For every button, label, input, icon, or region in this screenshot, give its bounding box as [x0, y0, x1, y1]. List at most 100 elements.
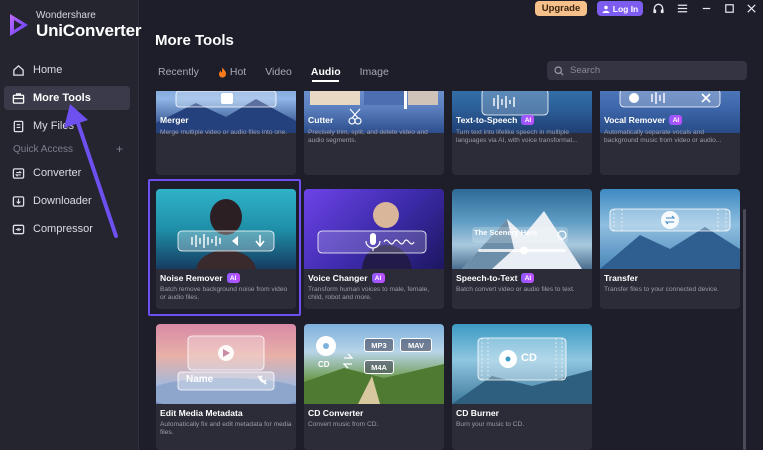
cd-converter-thumbnail: CD MP3 MAV M4A — [304, 324, 444, 404]
tool-name: Merger — [160, 115, 189, 125]
title-bar: Upgrade Log In — [139, 0, 763, 18]
login-label: Log In — [612, 3, 639, 14]
tool-name: Cutter — [308, 115, 334, 125]
sidebar-item-more-tools[interactable]: More Tools — [4, 86, 130, 110]
tab-hot[interactable]: Hot — [218, 65, 246, 79]
app-window: Wondershare UniConverter Home More Tools… — [0, 0, 763, 450]
tool-name: Voice Changer AI — [308, 273, 385, 283]
tool-card-speech-to-text[interactable]: The Scenery Here Speech-to-Text AI Batch … — [452, 189, 592, 309]
tab-image[interactable]: Image — [360, 65, 389, 79]
sidebar-item-home[interactable]: Home — [4, 58, 130, 82]
toolbox-icon — [12, 92, 25, 104]
headset-icon[interactable] — [652, 2, 665, 15]
tool-description: Batch convert video or audio files to te… — [456, 286, 575, 293]
menu-icon[interactable] — [676, 2, 689, 15]
tool-name: Vocal Remover AI — [604, 115, 683, 125]
maximize-icon[interactable] — [723, 2, 736, 15]
uniconverter-logo-icon — [10, 14, 28, 36]
voice-changer-thumbnail — [304, 189, 444, 269]
tool-card-voice-changer[interactable]: Voice Changer AI Transform human voices t… — [304, 189, 444, 309]
vocal-remover-thumbnail — [600, 91, 740, 133]
brand-company: Wondershare — [36, 10, 96, 21]
thumbnail-caption: CD — [521, 352, 537, 364]
tool-name: Transfer — [604, 273, 638, 283]
merger-thumbnail — [156, 91, 296, 133]
sidebar-item-label: Compressor — [33, 223, 93, 235]
sidebar: Wondershare UniConverter Home More Tools… — [0, 0, 141, 450]
sidebar-item-my-files[interactable]: My Files — [4, 114, 130, 138]
tool-card-cd-converter[interactable]: CD MP3 MAV M4A CD Converter Convert musi… — [304, 324, 444, 450]
format-chip: M4A — [364, 360, 394, 374]
fire-icon — [218, 67, 226, 77]
cd-burner-thumbnail: CD — [452, 324, 592, 404]
active-tab-indicator — [312, 80, 339, 82]
upgrade-button[interactable]: Upgrade — [535, 1, 587, 16]
format-chip: MP3 — [364, 338, 394, 352]
quick-access-add-button[interactable]: + — [116, 143, 123, 155]
ai-badge: AI — [521, 273, 535, 283]
compress-icon — [12, 224, 25, 234]
tool-description: Automatically separate vocals and backgr… — [604, 129, 722, 145]
search-placeholder: Search — [570, 65, 601, 76]
sidebar-item-label: More Tools — [33, 92, 91, 104]
tool-card-vocal-remover[interactable]: Vocal Remover AI Automatically separate v… — [600, 91, 740, 175]
transfer-thumbnail — [600, 189, 740, 269]
tool-name: Text-to-Speech AI — [456, 115, 535, 125]
quick-access-label: Quick Access — [13, 144, 74, 155]
ai-badge: AI — [669, 115, 683, 125]
tool-card-text-to-speech[interactable]: Text-to-Speech AI Turn text into lifelike… — [452, 91, 592, 175]
tool-card-cutter[interactable]: Cutter Precisely trim, split, and delete… — [304, 91, 444, 175]
text-to-speech-thumbnail — [452, 91, 592, 133]
category-tabs: Recently Hot Video Audio Image — [158, 65, 408, 79]
file-icon — [13, 120, 24, 132]
cutter-thumbnail — [304, 91, 444, 133]
sidebar-item-label: Home — [33, 64, 63, 76]
tool-name: Speech-to-Text AI — [456, 273, 535, 283]
thumbnail-caption: The Scenery Here — [474, 228, 538, 237]
minimize-icon[interactable] — [700, 2, 713, 15]
thumbnail-caption: CD — [318, 360, 330, 369]
tool-description: Transform human voices to male, female, … — [308, 286, 430, 302]
sidebar-item-compressor[interactable]: Compressor — [4, 217, 130, 241]
edit-media-metadata-thumbnail: Name — [156, 324, 296, 404]
brand: Wondershare UniConverter — [8, 10, 141, 40]
ai-badge: AI — [521, 115, 535, 125]
home-icon — [13, 64, 24, 76]
tool-description: Merge multiple video or audio files into… — [160, 129, 288, 136]
tool-description: Transfer files to your connected device. — [604, 286, 719, 293]
tool-description: Burn your music to CD. — [456, 421, 525, 428]
tab-label: Recently — [158, 66, 199, 78]
tool-name: CD Converter — [308, 408, 364, 418]
tool-card-transfer[interactable]: Transfer Transfer files to your connecte… — [600, 189, 740, 309]
speech-to-text-thumbnail: The Scenery Here — [452, 189, 592, 269]
sidebar-item-label: My Files — [33, 120, 74, 132]
page-title: More Tools — [155, 32, 234, 49]
sidebar-item-downloader[interactable]: Downloader — [4, 189, 130, 213]
thumbnail-caption: Name — [186, 374, 214, 385]
close-icon[interactable] — [745, 2, 758, 15]
tool-description: Automatically fix and edit metadata for … — [160, 421, 292, 437]
tool-card-cd-burner[interactable]: CD CD Burner Burn your music to CD. — [452, 324, 592, 450]
tab-label: Hot — [229, 66, 247, 78]
tool-name: Edit Media Metadata — [160, 408, 243, 418]
tab-video[interactable]: Video — [265, 65, 292, 79]
download-icon — [12, 195, 25, 207]
vertical-scrollbar[interactable] — [743, 209, 746, 450]
sidebar-item-converter[interactable]: Converter — [4, 161, 130, 185]
tool-description: Turn text into lifelike speech in multip… — [456, 129, 578, 145]
tab-label: Video — [265, 66, 292, 78]
tool-card-edit-media-metadata[interactable]: Name Edit Media Metadata Automatically f… — [156, 324, 296, 450]
converter-icon — [12, 167, 25, 179]
tool-card-merger[interactable]: Merger Merge multiple video or audio fil… — [156, 91, 296, 175]
tab-label: Image — [359, 66, 389, 78]
tab-audio[interactable]: Audio — [311, 65, 341, 79]
tab-recently[interactable]: Recently — [158, 65, 199, 79]
search-icon — [554, 65, 564, 76]
sidebar-item-label: Downloader — [33, 195, 92, 207]
login-button[interactable]: Log In — [597, 1, 643, 16]
sidebar-item-label: Converter — [33, 167, 82, 179]
tool-name: CD Burner — [456, 408, 499, 418]
highlight-frame — [148, 179, 301, 316]
search-input[interactable]: Search — [547, 61, 747, 80]
brand-product: UniConverter — [36, 21, 142, 40]
